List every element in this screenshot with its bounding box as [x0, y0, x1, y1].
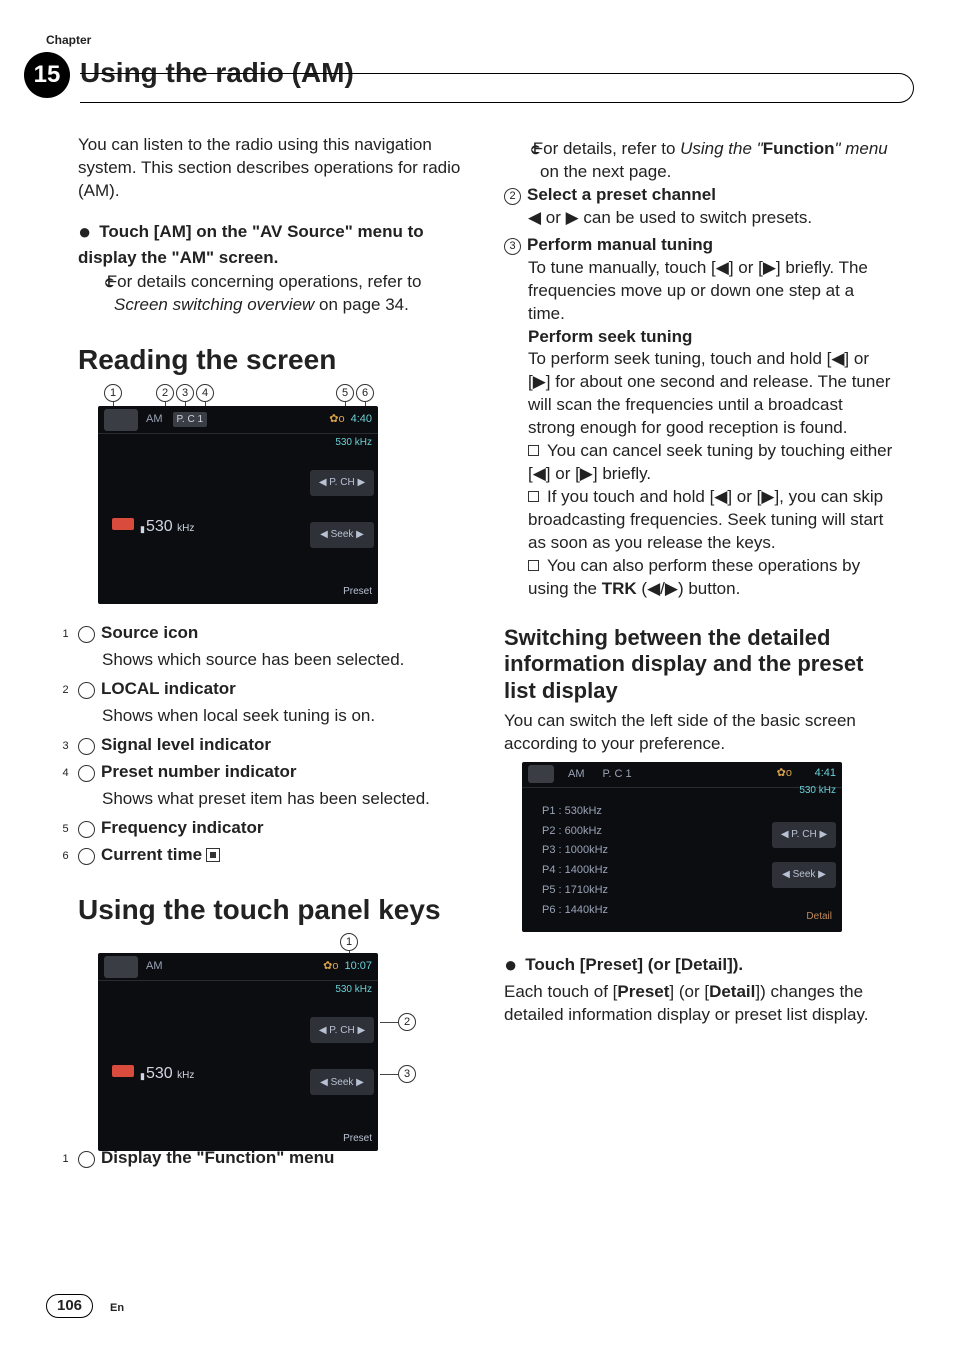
vo-icon: ✿o	[329, 412, 344, 427]
reading-item-5: 5Frequency indicator	[78, 817, 468, 840]
callout-5: 5	[336, 384, 354, 402]
touchkeys-screenshot: 1 AM ✿o 10:07 530 kHz ◀ P. CH ▶ ◀ Seek ▶…	[98, 933, 418, 1143]
stop-icon	[206, 848, 220, 862]
preset-button[interactable]: Preset	[343, 1132, 372, 1146]
reading-item-4-desc: Shows what preset item has been selected…	[102, 788, 468, 811]
preset-list-screenshot: AM P. C 1 ✿o 4:41 530 kHz ◀ P. CH ▶ ◀ Se…	[522, 762, 842, 932]
right-item-3: 3Perform manual tuning To tune manually,…	[504, 234, 894, 601]
pch-button[interactable]: ◀ P. CH ▶	[310, 470, 374, 496]
touch-keys-heading: Using the touch panel keys	[78, 895, 468, 926]
chapter-label: Chapter	[46, 32, 91, 48]
right-item-2: 2Select a preset channel ◀ or ▶ can be u…	[504, 184, 894, 230]
local-indicator	[112, 518, 134, 530]
ref-using-function: ➲ For details, refer to Using the "Funct…	[504, 138, 894, 184]
scr-clock: 4:41	[815, 766, 836, 781]
scr-clock: 10:07	[344, 959, 372, 974]
vo-icon: ✿o	[777, 766, 792, 781]
switching-heading: Switching between the detailed informati…	[504, 625, 894, 704]
vo-icon: ✿o	[323, 959, 338, 974]
source-icon	[104, 956, 138, 978]
seek-button[interactable]: ◀ Seek ▶	[310, 1069, 374, 1095]
callout-4: 4	[196, 384, 214, 402]
callout-6: 6	[356, 384, 374, 402]
local-indicator	[112, 1065, 134, 1077]
scr-preset-number: P. C 1	[603, 767, 632, 782]
note-trk-button: You can also perform these operations by…	[504, 555, 894, 601]
step-touch-preset: ●Touch [Preset] (or [Detail]).	[504, 950, 894, 980]
scr-preset-number: P. C 1	[173, 412, 208, 428]
switching-intro: You can switch the left side of the basi…	[504, 710, 894, 756]
step-touch-am-detail: ➲ For details concerning operations, ref…	[78, 271, 468, 317]
preset-p1[interactable]: P1 : 530kHz	[542, 802, 608, 822]
scr-am-label: AM	[146, 959, 163, 974]
note-cancel-seek: You can cancel seek tuning by touching e…	[504, 440, 894, 486]
page-number: 106	[46, 1294, 93, 1318]
preset-p2[interactable]: P2 : 600kHz	[542, 822, 608, 842]
scr-freq-top: 530 kHz	[335, 436, 372, 450]
reading-the-screen-heading: Reading the screen	[78, 345, 468, 376]
pch-button[interactable]: ◀ P. CH ▶	[310, 1017, 374, 1043]
preset-button[interactable]: Preset	[343, 585, 372, 599]
pointer-icon: ➲	[96, 273, 102, 293]
pch-button[interactable]: ◀ P. CH ▶	[772, 822, 836, 848]
scr-clock: 4:40	[351, 412, 372, 427]
preset-list[interactable]: P1 : 530kHz P2 : 600kHz P3 : 1000kHz P4 …	[542, 802, 608, 921]
preset-p5[interactable]: P5 : 1710kHz	[542, 881, 608, 901]
square-bullet-icon	[528, 491, 539, 502]
callout-3: 3	[176, 384, 194, 402]
callout-1: 1	[104, 384, 122, 402]
preset-p6[interactable]: P6 : 1440kHz	[542, 901, 608, 921]
note-skip-freq: If you touch and hold [◀] or [▶], you ca…	[504, 486, 894, 555]
reading-item-4: 4Preset number indicator	[78, 761, 468, 784]
preset-p4[interactable]: P4 : 1400kHz	[542, 861, 608, 881]
scr-big-freq: 530 kHz	[146, 1063, 194, 1085]
chapter-number-badge: 15	[24, 52, 70, 98]
scr-big-freq: 530 kHz	[146, 516, 194, 538]
intro-paragraph: You can listen to the radio using this n…	[78, 134, 468, 203]
scr-freq-top: 530 kHz	[799, 784, 836, 798]
scr-am-label: AM	[568, 767, 585, 782]
source-icon	[528, 765, 554, 783]
reading-item-3: 3Signal level indicator	[78, 734, 468, 757]
reading-item-6: 6Current time	[78, 844, 468, 867]
square-bullet-icon	[528, 560, 539, 571]
reading-item-2: 2LOCAL indicator	[78, 678, 468, 701]
detail-button[interactable]: Detail	[806, 910, 832, 924]
reading-item-2-desc: Shows when local seek tuning is on.	[102, 705, 468, 728]
square-bullet-icon	[528, 445, 539, 456]
seek-button[interactable]: ◀ Seek ▶	[772, 862, 836, 888]
scr-am-label: AM	[146, 412, 163, 427]
scr-freq-top: 530 kHz	[335, 983, 372, 997]
reading-item-1: 1Source icon	[78, 622, 468, 645]
seek-button[interactable]: ◀ Seek ▶	[310, 522, 374, 548]
callout-tk-3: 3	[398, 1065, 416, 1083]
reading-screenshot: 1 2 3 4 5 6 AM P. C 1 ✿o 4:40 530 kHz	[98, 384, 418, 604]
source-icon	[104, 409, 138, 431]
callout-tk-2: 2	[398, 1013, 416, 1031]
callout-tk-1: 1	[340, 933, 358, 951]
preset-p3[interactable]: P3 : 1000kHz	[542, 841, 608, 861]
step-touch-preset-body: Each touch of [Preset] (or [Detail]) cha…	[504, 981, 894, 1027]
callout-2: 2	[156, 384, 174, 402]
pointer-icon: ➲	[522, 140, 528, 160]
chapter-rule	[80, 73, 914, 103]
reading-item-1-desc: Shows which source has been selected.	[102, 649, 468, 672]
page-lang: En	[110, 1301, 124, 1316]
step-touch-am: ●Touch [AM] on the "AV Source" menu to d…	[78, 217, 468, 270]
